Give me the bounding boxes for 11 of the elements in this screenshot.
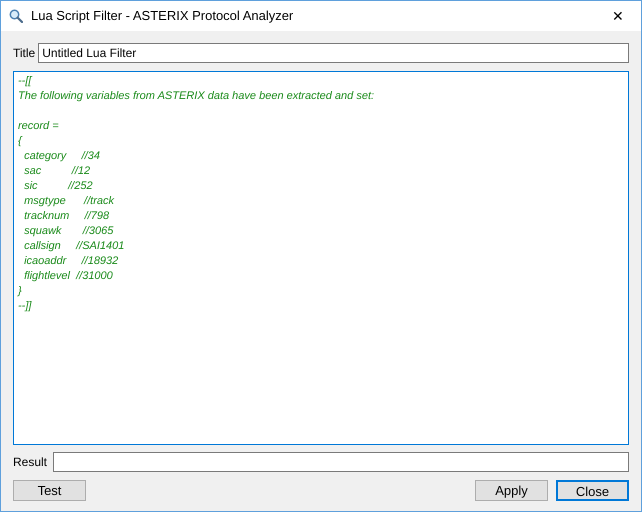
result-input-field[interactable] <box>53 452 629 472</box>
result-label: Result <box>13 454 48 471</box>
script-editor-field[interactable]: --[[ The following variables from ASTERIX data have been extracted and set: record = { category //34 sac //12 sic //252 msgtype //track tracknum //798 squawk //3065 callsign //SAI1401 icaoaddr //18932 flightlevel //31000 } --]] <box>13 71 629 445</box>
window-title: Lua Script Filter - ASTERIX Protocol Analyzer <box>31 7 294 26</box>
title-input-field[interactable]: Untitled Lua Filter <box>38 43 629 63</box>
title-label: Title <box>13 45 36 62</box>
search-icon <box>9 9 23 23</box>
dialog-button[interactable]: Test <box>13 480 86 501</box>
close-button[interactable]: ✕ <box>603 4 633 28</box>
dialog-button[interactable]: Apply <box>475 480 548 501</box>
dialog-button[interactable]: Close <box>556 480 629 501</box>
